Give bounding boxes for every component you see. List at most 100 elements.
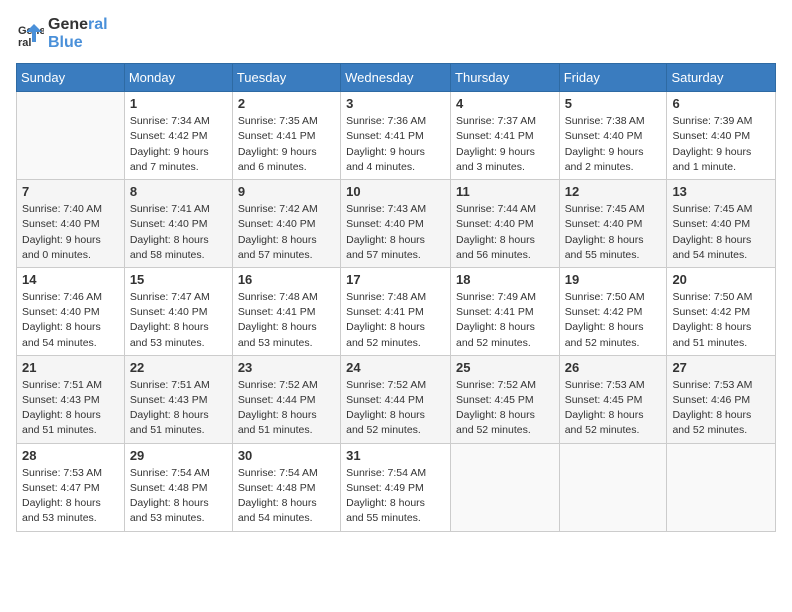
day-cell: [559, 443, 667, 531]
day-number: 20: [672, 272, 770, 287]
day-cell: 27Sunrise: 7:53 AM Sunset: 4:46 PM Dayli…: [667, 355, 776, 443]
day-number: 14: [22, 272, 119, 287]
day-cell: 15 Sunrise: 7:47 AM Sunset: 4:40 PM Dayli…: [124, 267, 232, 355]
day-number: 18: [456, 272, 554, 287]
day-cell: 24 Sunrise: 7:52 AM Sunset: 4:44 PM Dayli…: [341, 355, 451, 443]
day-cell: [667, 443, 776, 531]
day-number: 13: [672, 184, 770, 199]
day-info: Sunrise: 7:51 AM Sunset: 4:43 PM Dayligh…: [130, 378, 227, 439]
day-cell: 12 Sunrise: 7:45 AM Sunset: 4:40 PM Dayli…: [559, 180, 667, 268]
logo: Gene- ral General Blue: [16, 16, 108, 51]
day-info: Sunrise: 7:40 AM Sunset: 4:40 PM Dayligh…: [22, 202, 119, 263]
day-number: 8: [130, 184, 227, 199]
day-number: 2: [238, 96, 335, 111]
day-info: Sunrise: 7:51 AM Sunset: 4:43 PM Dayligh…: [22, 378, 119, 439]
day-number: 16: [238, 272, 335, 287]
day-cell: 13Sunrise: 7:45 AM Sunset: 4:40 PM Dayli…: [667, 180, 776, 268]
day-cell: 19Sunrise: 7:50 AM Sunset: 4:42 PM Dayli…: [559, 267, 667, 355]
day-info: Sunrise: 7:53 AM Sunset: 4:45 PM Dayligh…: [565, 378, 662, 439]
day-cell: 6 Sunrise: 7:39 AM Sunset: 4:40 PM Daylig…: [667, 92, 776, 180]
day-cell: 25Sunrise: 7:52 AM Sunset: 4:45 PM Dayli…: [451, 355, 560, 443]
day-number: 1: [130, 96, 227, 111]
day-cell: 2 Sunrise: 7:35 AM Sunset: 4:41 PM Daylig…: [232, 92, 340, 180]
day-number: 11: [456, 184, 554, 199]
day-cell: 18 Sunrise: 7:49 AM Sunset: 4:41 PM Dayli…: [451, 267, 560, 355]
day-number: 30: [238, 448, 335, 463]
day-cell: 21 Sunrise: 7:51 AM Sunset: 4:43 PM Dayli…: [17, 355, 125, 443]
calendar-table: SundayMondayTuesdayWednesdayThursdayFrid…: [16, 63, 776, 531]
day-number: 23: [238, 360, 335, 375]
column-header-monday: Monday: [124, 64, 232, 92]
day-cell: 17 Sunrise: 7:48 AM Sunset: 4:41 PM Dayli…: [341, 267, 451, 355]
column-header-sunday: Sunday: [17, 64, 125, 92]
day-info: Sunrise: 7:39 AM Sunset: 4:40 PM Dayligh…: [672, 114, 770, 175]
day-number: 19: [565, 272, 662, 287]
day-info: Sunrise: 7:48 AM Sunset: 4:41 PM Dayligh…: [346, 290, 445, 351]
day-cell: 7 Sunrise: 7:40 AM Sunset: 4:40 PM Daylig…: [17, 180, 125, 268]
day-info: Sunrise: 7:44 AM Sunset: 4:40 PM Dayligh…: [456, 202, 554, 263]
day-cell: 1 Sunrise: 7:34 AM Sunset: 4:42 PM Daylig…: [124, 92, 232, 180]
logo-text-line2: Blue: [48, 34, 108, 52]
day-cell: 11 Sunrise: 7:44 AM Sunset: 4:40 PM Dayli…: [451, 180, 560, 268]
day-cell: 28Sunrise: 7:53 AM Sunset: 4:47 PM Dayli…: [17, 443, 125, 531]
day-info: Sunrise: 7:37 AM Sunset: 4:41 PM Dayligh…: [456, 114, 554, 175]
day-cell: 16 Sunrise: 7:48 AM Sunset: 4:41 PM Dayli…: [232, 267, 340, 355]
day-info: Sunrise: 7:34 AM Sunset: 4:42 PM Dayligh…: [130, 114, 227, 175]
svg-text:ral: ral: [18, 37, 31, 48]
day-cell: 23 Sunrise: 7:52 AM Sunset: 4:44 PM Dayli…: [232, 355, 340, 443]
day-info: Sunrise: 7:54 AM Sunset: 4:49 PM Dayligh…: [346, 466, 445, 527]
logo-icon: Gene- ral: [16, 20, 44, 48]
day-info: Sunrise: 7:36 AM Sunset: 4:41 PM Dayligh…: [346, 114, 445, 175]
day-cell: 14 Sunrise: 7:46 AM Sunset: 4:40 PM Dayli…: [17, 267, 125, 355]
day-cell: 31Sunrise: 7:54 AM Sunset: 4:49 PM Dayli…: [341, 443, 451, 531]
day-info: Sunrise: 7:45 AM Sunset: 4:40 PM Dayligh…: [565, 202, 662, 263]
day-number: 24: [346, 360, 445, 375]
day-number: 10: [346, 184, 445, 199]
day-number: 7: [22, 184, 119, 199]
day-number: 17: [346, 272, 445, 287]
day-number: 28: [22, 448, 119, 463]
day-cell: [451, 443, 560, 531]
day-cell: 26 Sunrise: 7:53 AM Sunset: 4:45 PM Dayli…: [559, 355, 667, 443]
day-number: 29: [130, 448, 227, 463]
column-header-saturday: Saturday: [667, 64, 776, 92]
day-info: Sunrise: 7:43 AM Sunset: 4:40 PM Dayligh…: [346, 202, 445, 263]
column-header-wednesday: Wednesday: [341, 64, 451, 92]
day-info: Sunrise: 7:35 AM Sunset: 4:41 PM Dayligh…: [238, 114, 335, 175]
day-number: 3: [346, 96, 445, 111]
day-number: 5: [565, 96, 662, 111]
day-cell: 22 Sunrise: 7:51 AM Sunset: 4:43 PM Dayli…: [124, 355, 232, 443]
day-cell: 3 Sunrise: 7:36 AM Sunset: 4:41 PM Daylig…: [341, 92, 451, 180]
day-cell: 20Sunrise: 7:50 AM Sunset: 4:42 PM Dayli…: [667, 267, 776, 355]
header-row: SundayMondayTuesdayWednesdayThursdayFrid…: [17, 64, 776, 92]
day-cell: 29 Sunrise: 7:54 AM Sunset: 4:48 PM Dayli…: [124, 443, 232, 531]
day-number: 21: [22, 360, 119, 375]
day-info: Sunrise: 7:52 AM Sunset: 4:44 PM Dayligh…: [346, 378, 445, 439]
day-info: Sunrise: 7:52 AM Sunset: 4:45 PM Dayligh…: [456, 378, 554, 439]
day-number: 22: [130, 360, 227, 375]
day-number: 12: [565, 184, 662, 199]
day-cell: 10 Sunrise: 7:43 AM Sunset: 4:40 PM Dayli…: [341, 180, 451, 268]
day-number: 26: [565, 360, 662, 375]
day-number: 9: [238, 184, 335, 199]
day-info: Sunrise: 7:54 AM Sunset: 4:48 PM Dayligh…: [130, 466, 227, 527]
logo-text-line1: General: [48, 16, 108, 34]
day-number: 6: [672, 96, 770, 111]
week-row-2: 7 Sunrise: 7:40 AM Sunset: 4:40 PM Daylig…: [17, 180, 776, 268]
day-number: 15: [130, 272, 227, 287]
day-number: 4: [456, 96, 554, 111]
day-info: Sunrise: 7:46 AM Sunset: 4:40 PM Dayligh…: [22, 290, 119, 351]
day-info: Sunrise: 7:48 AM Sunset: 4:41 PM Dayligh…: [238, 290, 335, 351]
week-row-1: 1 Sunrise: 7:34 AM Sunset: 4:42 PM Daylig…: [17, 92, 776, 180]
day-info: Sunrise: 7:47 AM Sunset: 4:40 PM Dayligh…: [130, 290, 227, 351]
page-header: Gene- ral General Blue: [16, 16, 776, 51]
day-info: Sunrise: 7:52 AM Sunset: 4:44 PM Dayligh…: [238, 378, 335, 439]
week-row-3: 14 Sunrise: 7:46 AM Sunset: 4:40 PM Dayli…: [17, 267, 776, 355]
day-cell: 8 Sunrise: 7:41 AM Sunset: 4:40 PM Daylig…: [124, 180, 232, 268]
column-header-thursday: Thursday: [451, 64, 560, 92]
day-info: Sunrise: 7:41 AM Sunset: 4:40 PM Dayligh…: [130, 202, 227, 263]
day-cell: 4 Sunrise: 7:37 AM Sunset: 4:41 PM Daylig…: [451, 92, 560, 180]
week-row-4: 21 Sunrise: 7:51 AM Sunset: 4:43 PM Dayli…: [17, 355, 776, 443]
day-info: Sunrise: 7:49 AM Sunset: 4:41 PM Dayligh…: [456, 290, 554, 351]
day-cell: 5Sunrise: 7:38 AM Sunset: 4:40 PM Daylig…: [559, 92, 667, 180]
